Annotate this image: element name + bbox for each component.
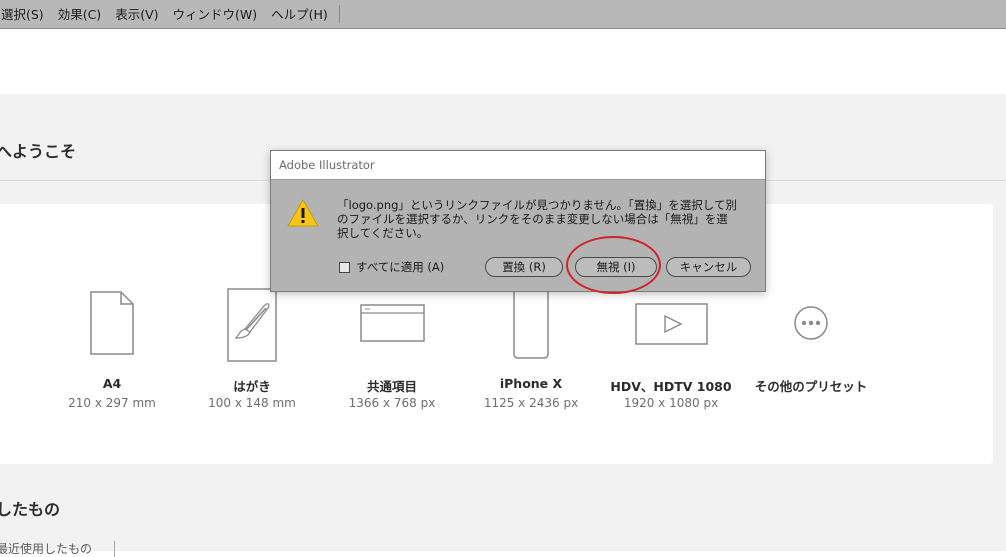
menu-separator — [338, 5, 340, 23]
menu-view[interactable]: 表示(V) — [108, 0, 165, 29]
menu-effect[interactable]: 効果(C) — [51, 0, 108, 29]
preset-name: その他のプリセット — [754, 379, 868, 394]
tab-separator — [114, 540, 116, 557]
preset-name: A4 — [102, 376, 122, 391]
replace-button[interactable]: 置換 (R) — [485, 257, 563, 277]
preset-size: 100 x 148 mm — [208, 396, 296, 410]
document-icon — [90, 291, 134, 355]
phone-icon — [513, 292, 549, 359]
apply-all-checkbox[interactable]: すべてに適用 (A) — [339, 259, 444, 275]
cancel-button[interactable]: キャンセル — [666, 257, 751, 277]
dialog-message: 「logo.png」というリンクファイルが見つかりません。「置換」を選択して別 … — [337, 198, 737, 240]
checkbox-label: すべてに適用 (A) — [356, 260, 445, 274]
preset-name: HDV、HDTV 1080 — [610, 379, 732, 394]
brush-icon — [227, 288, 277, 362]
preset-size: 210 x 297 mm — [68, 396, 156, 410]
tab-recent[interactable]: 最近使用したもの — [0, 540, 92, 557]
video-play-icon — [635, 303, 708, 345]
ignore-button[interactable]: 無視 (I) — [575, 257, 657, 277]
preset-name: iPhone X — [499, 376, 563, 391]
menu-select[interactable]: 選択(S) — [0, 0, 51, 29]
dialog-title: Adobe Illustrator — [271, 151, 765, 180]
preset-name: はがき — [233, 379, 271, 394]
preset-size: 1125 x 2436 px — [483, 396, 579, 410]
recent-tabs: 最近使用したもの — [0, 540, 129, 557]
warning-icon — [287, 199, 319, 227]
preset-name: 共通項目 — [366, 379, 417, 394]
browser-window-icon — [360, 304, 425, 342]
welcome-title: へようこそ — [0, 142, 77, 161]
more-icon — [794, 306, 828, 340]
missing-link-dialog: Adobe Illustrator 「logo.png」というリンクファイルが見… — [270, 150, 766, 292]
checkbox-box[interactable] — [339, 261, 350, 273]
menu-bar: 選択(S) 効果(C) 表示(V) ウィンドウ(W) ヘルプ(H) — [0, 0, 1006, 29]
recent-section-title: したもの — [0, 500, 61, 519]
preset-size: 1366 x 768 px — [348, 396, 436, 410]
app-control-area — [0, 30, 1006, 94]
preset-size: 1920 x 1080 px — [623, 396, 719, 410]
menu-help[interactable]: ヘルプ(H) — [264, 0, 335, 29]
menu-window[interactable]: ウィンドウ(W) — [166, 0, 265, 29]
